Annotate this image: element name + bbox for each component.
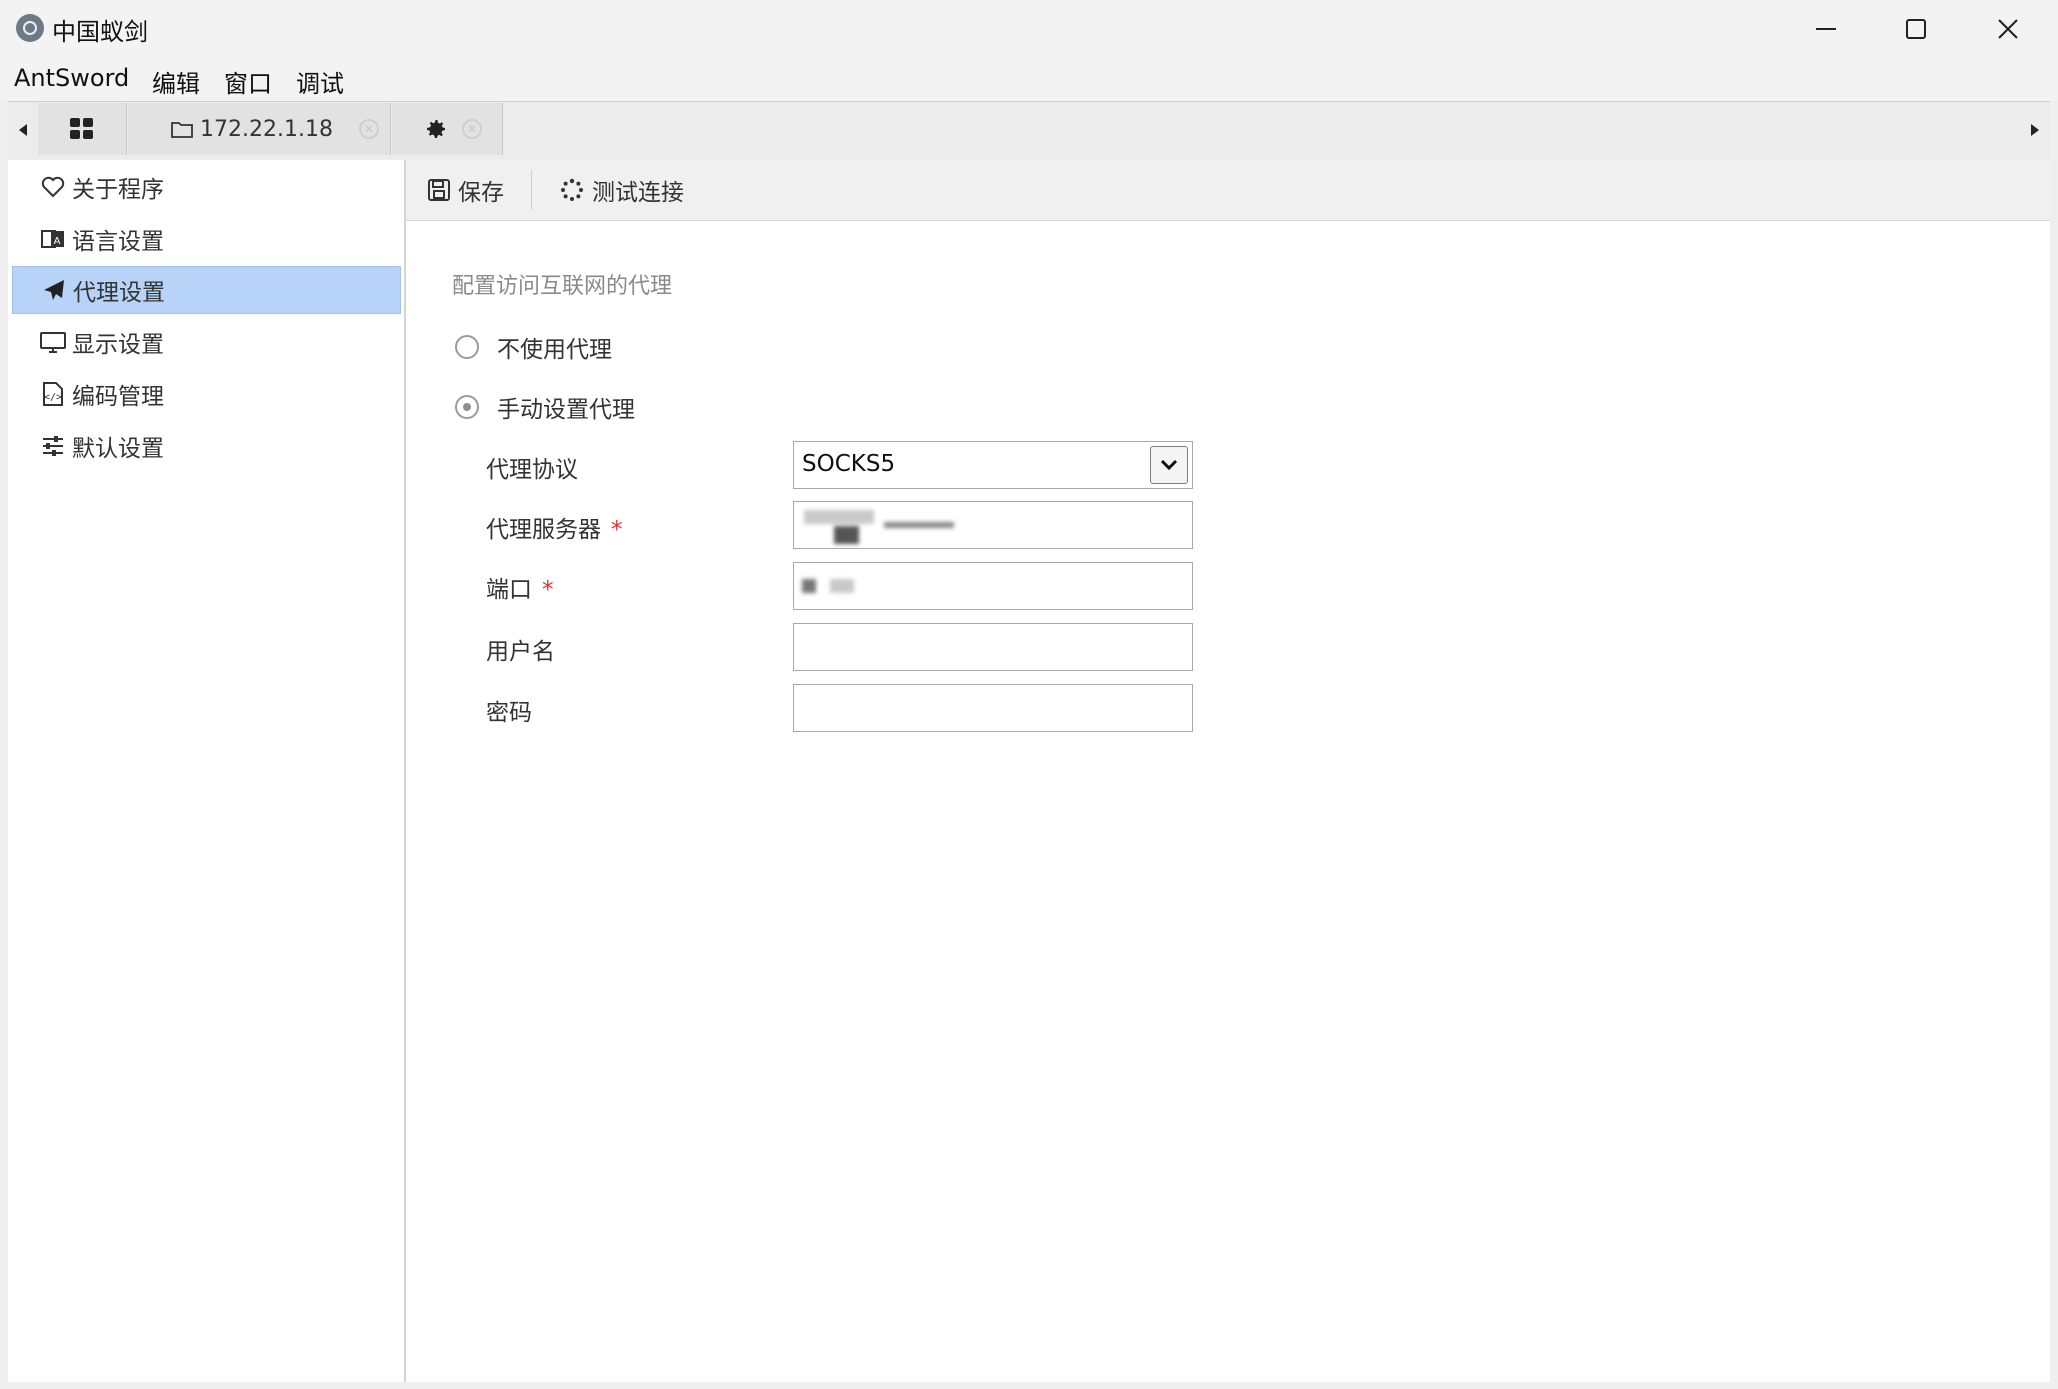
radio-no-proxy[interactable]: 不使用代理: [455, 330, 612, 364]
folder-icon: [171, 122, 193, 138]
sidebar-item-defaults[interactable]: 默认设置: [12, 422, 401, 470]
tab-close-icon[interactable]: ✕: [358, 119, 379, 139]
menu-debug[interactable]: 调试: [296, 64, 344, 99]
sidebar-item-label: 关于程序: [72, 177, 164, 203]
heart-icon: [40, 174, 66, 200]
save-button-label: 保存: [458, 180, 504, 206]
sidebar-item-about[interactable]: 关于程序: [12, 163, 401, 211]
svg-text:A: A: [54, 236, 61, 247]
redacted-value: [834, 526, 859, 544]
sidebar-item-display[interactable]: 显示设置: [12, 318, 401, 366]
radio-button[interactable]: [455, 335, 479, 359]
sidebar-item-label: 默认设置: [72, 436, 164, 462]
chevron-down-icon[interactable]: [1150, 446, 1188, 484]
maximize-button[interactable]: [1870, 0, 1962, 57]
window-frame-left: [0, 57, 8, 1389]
sidebar-item-encoders[interactable]: </> 编码管理: [12, 370, 401, 418]
window-frame-bottom: [0, 1382, 2058, 1389]
tab-scroll-left-button[interactable]: [10, 104, 36, 156]
test-connection-label: 测试连接: [592, 180, 684, 206]
sidebar-item-label: 代理设置: [73, 280, 165, 306]
tab-close-icon[interactable]: ✕: [462, 119, 482, 139]
close-button[interactable]: [1962, 0, 2054, 57]
gear-icon: [427, 120, 445, 138]
code-file-icon: </>: [40, 381, 66, 407]
floppy-disk-icon: [428, 179, 450, 201]
tab-settings[interactable]: ✕: [392, 103, 503, 155]
spinner-icon: [561, 178, 583, 201]
window-frame-right: [2050, 57, 2058, 1389]
menu-window[interactable]: 窗口: [224, 64, 272, 99]
language-icon: A: [40, 226, 66, 252]
password-input[interactable]: [793, 684, 1193, 732]
redacted-value: [830, 579, 854, 593]
maximize-icon: [1906, 18, 1926, 39]
protocol-select[interactable]: SOCKS5: [793, 441, 1193, 489]
sidebar-item-label: 编码管理: [72, 384, 164, 410]
server-label: 代理服务器 *: [486, 510, 623, 544]
redacted-value: [802, 579, 816, 593]
username-input[interactable]: [793, 623, 1193, 671]
sidebar-item-language[interactable]: A 语言设置: [12, 215, 401, 263]
protocol-label: 代理协议: [486, 457, 578, 483]
title-bar: [0, 0, 2058, 57]
caret-left-icon: [19, 124, 27, 136]
radio-manual-proxy-label: 手动设置代理: [497, 397, 635, 423]
svg-text:</>: </>: [44, 392, 62, 403]
sliders-icon: [40, 433, 66, 459]
sidebar-item-proxy[interactable]: 代理设置: [12, 266, 401, 314]
tab-home[interactable]: [38, 103, 127, 155]
tab-scroll-right-button[interactable]: [2022, 104, 2048, 156]
form-legend: 配置访问互联网的代理: [452, 274, 673, 299]
minimize-button[interactable]: [1780, 0, 1872, 57]
grid-icon: [70, 118, 93, 139]
close-icon: [1998, 18, 2018, 39]
menu-antsword[interactable]: AntSword: [14, 64, 129, 92]
protocol-select-value: SOCKS5: [802, 451, 896, 477]
port-label-text: 端口: [486, 577, 532, 603]
minimize-icon: [1816, 27, 1836, 30]
redacted-value: [884, 522, 954, 528]
radio-button-selected[interactable]: [455, 395, 479, 419]
app-logo-icon: [16, 14, 44, 42]
toolbar-divider: [531, 170, 532, 210]
password-label: 密码: [486, 700, 532, 726]
radio-no-proxy-label: 不使用代理: [497, 337, 612, 363]
sidebar-item-label: 语言设置: [72, 229, 164, 255]
save-button[interactable]: 保存: [428, 160, 504, 220]
redacted-value: [804, 510, 874, 524]
server-label-text: 代理服务器: [486, 517, 601, 543]
port-label: 端口 *: [486, 570, 554, 604]
paper-plane-icon: [41, 277, 67, 303]
tab-shell[interactable]: 172.22.1.18 ✕: [128, 103, 391, 155]
caret-right-icon: [2031, 124, 2039, 136]
window-title: 中国蚁剑: [52, 18, 148, 46]
required-marker: *: [542, 577, 554, 603]
test-connection-button[interactable]: 测试连接: [560, 160, 684, 220]
sidebar-item-label: 显示设置: [72, 332, 164, 358]
radio-manual-proxy[interactable]: 手动设置代理: [455, 390, 635, 424]
port-input[interactable]: [793, 562, 1193, 610]
tab-shell-label: 172.22.1.18: [200, 116, 333, 142]
required-marker: *: [611, 517, 623, 543]
monitor-icon: [40, 329, 66, 355]
username-label: 用户名: [486, 639, 555, 665]
proxy-server-input[interactable]: [793, 501, 1193, 549]
menu-edit[interactable]: 编辑: [152, 64, 200, 99]
